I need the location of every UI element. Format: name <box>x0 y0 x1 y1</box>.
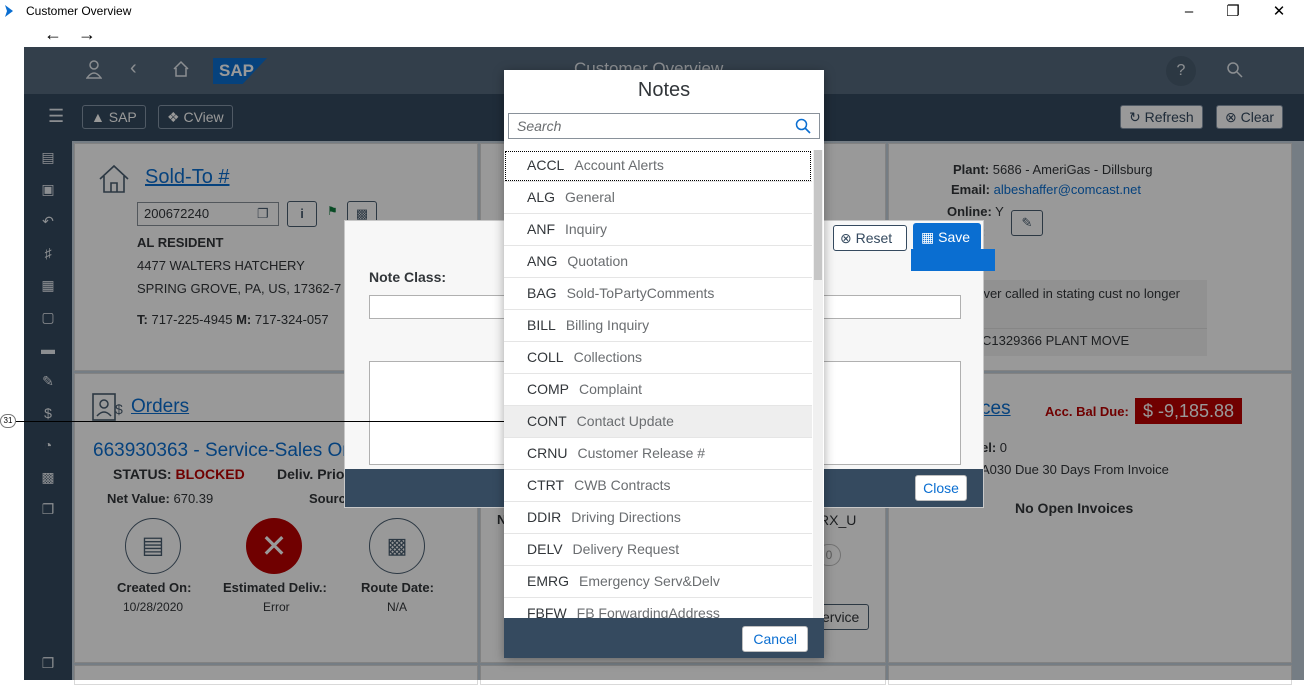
note-description: Complaint <box>579 381 643 397</box>
note-code: CONT <box>527 413 567 429</box>
reset-label: Reset <box>855 230 893 246</box>
notes-list: ACCL Account Alerts ALG General ANF Inquiry AN… <box>504 150 812 618</box>
notes-list-item[interactable]: ANG Quotation <box>504 246 812 278</box>
note-description: Driving Directions <box>571 509 681 525</box>
window-title: Customer Overview <box>26 4 132 18</box>
minimize-icon[interactable]: – <box>1174 2 1204 22</box>
note-code: DELV <box>527 541 563 557</box>
note-code: BILL <box>527 317 556 333</box>
note-code: EMRG <box>527 573 569 589</box>
note-code: ANF <box>527 221 555 237</box>
restore-icon[interactable]: ❐ <box>1218 2 1248 22</box>
cancel-button[interactable]: Cancel <box>742 626 808 652</box>
notes-scrollbar[interactable] <box>813 150 823 618</box>
notes-title: Notes <box>637 79 691 101</box>
note-code: ANG <box>527 253 558 269</box>
notes-list-item[interactable]: CRNU Customer Release # <box>504 438 812 470</box>
notes-footer: Cancel <box>504 618 824 658</box>
note-description: Contact Update <box>576 413 674 429</box>
notes-list-item[interactable]: EMRG Emergency Serv&Delv <box>504 566 812 598</box>
note-description: Quotation <box>567 253 629 269</box>
close-button[interactable]: Close <box>915 475 967 501</box>
back-arrow-icon[interactable]: ← <box>44 24 62 44</box>
tag-badge <box>911 249 995 271</box>
close-window-icon[interactable]: ✕ <box>1264 2 1294 22</box>
browser-nav: ← → <box>24 24 1304 47</box>
notes-list-item[interactable]: BILL Billing Inquiry <box>504 310 812 342</box>
notes-list-item[interactable]: COMP Complaint <box>504 374 812 406</box>
note-code: CTRT <box>527 477 565 493</box>
note-description: Sold-ToPartyComments <box>566 285 715 301</box>
note-description: Inquiry <box>565 221 608 237</box>
search-icon[interactable] <box>795 118 811 134</box>
note-description: Delivery Request <box>572 541 680 557</box>
note-code: ALG <box>527 189 556 205</box>
notes-search-input[interactable] <box>509 114 789 138</box>
note-description: Collections <box>573 349 643 365</box>
note-code: COLL <box>527 349 564 365</box>
notes-list-item[interactable]: CONT Contact Update <box>504 406 812 438</box>
notes-search-box <box>508 113 820 139</box>
marker-pointer-line <box>16 421 504 422</box>
note-description: Customer Release # <box>577 445 706 461</box>
reset-button[interactable]: ⊗ Reset <box>833 225 907 251</box>
note-code: ACCL <box>527 157 565 173</box>
window-titlebar: Customer Overview – ❐ ✕ <box>0 0 1304 24</box>
note-code: FBFW <box>527 605 567 618</box>
save-button[interactable]: ▦ Save <box>913 223 981 251</box>
note-code: CRNU <box>527 445 568 461</box>
note-code: COMP <box>527 381 569 397</box>
notes-list-item[interactable]: CTRT CWB Contracts <box>504 470 812 502</box>
note-description: Account Alerts <box>574 157 664 173</box>
note-description: FB ForwardingAddress <box>576 605 720 618</box>
note-code: DDIR <box>527 509 562 525</box>
notes-list-item[interactable]: ALG General <box>504 182 812 214</box>
note-description: Emergency Serv&Delv <box>579 573 720 589</box>
notes-list-item[interactable]: FBFW FB ForwardingAddress <box>504 598 812 618</box>
step-marker: 31 <box>0 414 16 428</box>
app-logo-icon <box>5 5 13 17</box>
note-description: General <box>565 189 615 205</box>
note-description: Billing Inquiry <box>565 317 650 333</box>
notes-list-item[interactable]: COLL Collections <box>504 342 812 374</box>
notes-list-item[interactable]: DDIR Driving Directions <box>504 502 812 534</box>
note-code: BAG <box>527 285 557 301</box>
notes-list-item[interactable]: BAG Sold-ToPartyComments <box>504 278 812 310</box>
notes-scroll-thumb[interactable] <box>814 150 822 280</box>
notes-list-item[interactable]: ANF Inquiry <box>504 214 812 246</box>
notes-popover: Notes ACCL Account Alerts ALG General ANF Inq… <box>504 70 824 658</box>
forward-arrow-icon[interactable]: → <box>78 24 96 44</box>
save-label: Save <box>938 229 971 245</box>
notes-list-item[interactable]: DELV Delivery Request <box>504 534 812 566</box>
note-description: CWB Contracts <box>574 477 671 493</box>
note-class-label: Note Class: <box>369 269 447 285</box>
notes-list-item[interactable]: ACCL Account Alerts <box>504 150 812 182</box>
